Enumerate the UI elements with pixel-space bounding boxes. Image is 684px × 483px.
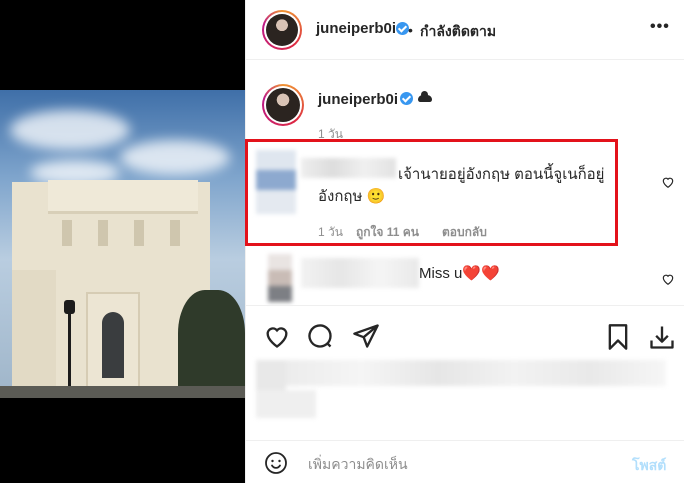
comment-composer: โพสต์: [246, 440, 684, 483]
bookmark-icon[interactable]: [604, 322, 632, 352]
caption-username[interactable]: juneiperb0i: [318, 91, 398, 108]
comment-input[interactable]: [308, 453, 608, 475]
separator-bullet: •: [408, 22, 413, 38]
photo-panel: [0, 0, 245, 483]
download-icon[interactable]: [648, 322, 676, 352]
commenter-avatar-blurred[interactable]: [268, 254, 292, 302]
author-avatar[interactable]: [262, 10, 302, 50]
post-header: juneiperb0i • กำลังติดตาม •••: [246, 0, 684, 60]
cloud-icon: [418, 91, 432, 102]
action-bar: [246, 305, 684, 365]
send-icon[interactable]: [352, 322, 380, 350]
post-photo[interactable]: [0, 90, 245, 398]
emoji-icon[interactable]: [264, 451, 288, 475]
comment-text: Miss u❤️❤️: [419, 265, 500, 282]
comment-icon[interactable]: [306, 322, 334, 350]
more-icon[interactable]: •••: [650, 18, 670, 36]
comment-like-icon[interactable]: [661, 175, 675, 189]
likes-summary-blurred[interactable]: [256, 360, 676, 420]
caption-avatar[interactable]: [262, 84, 304, 126]
following-button[interactable]: กำลังติดตาม: [420, 21, 496, 43]
highlight-box: [245, 139, 618, 246]
heart-icon[interactable]: [262, 322, 292, 350]
commenter-username-blurred[interactable]: [301, 258, 419, 288]
author-username[interactable]: juneiperb0i: [316, 20, 396, 37]
post-button[interactable]: โพสต์: [632, 455, 666, 477]
verified-icon: [400, 92, 413, 105]
comment-like-icon[interactable]: [661, 272, 675, 286]
